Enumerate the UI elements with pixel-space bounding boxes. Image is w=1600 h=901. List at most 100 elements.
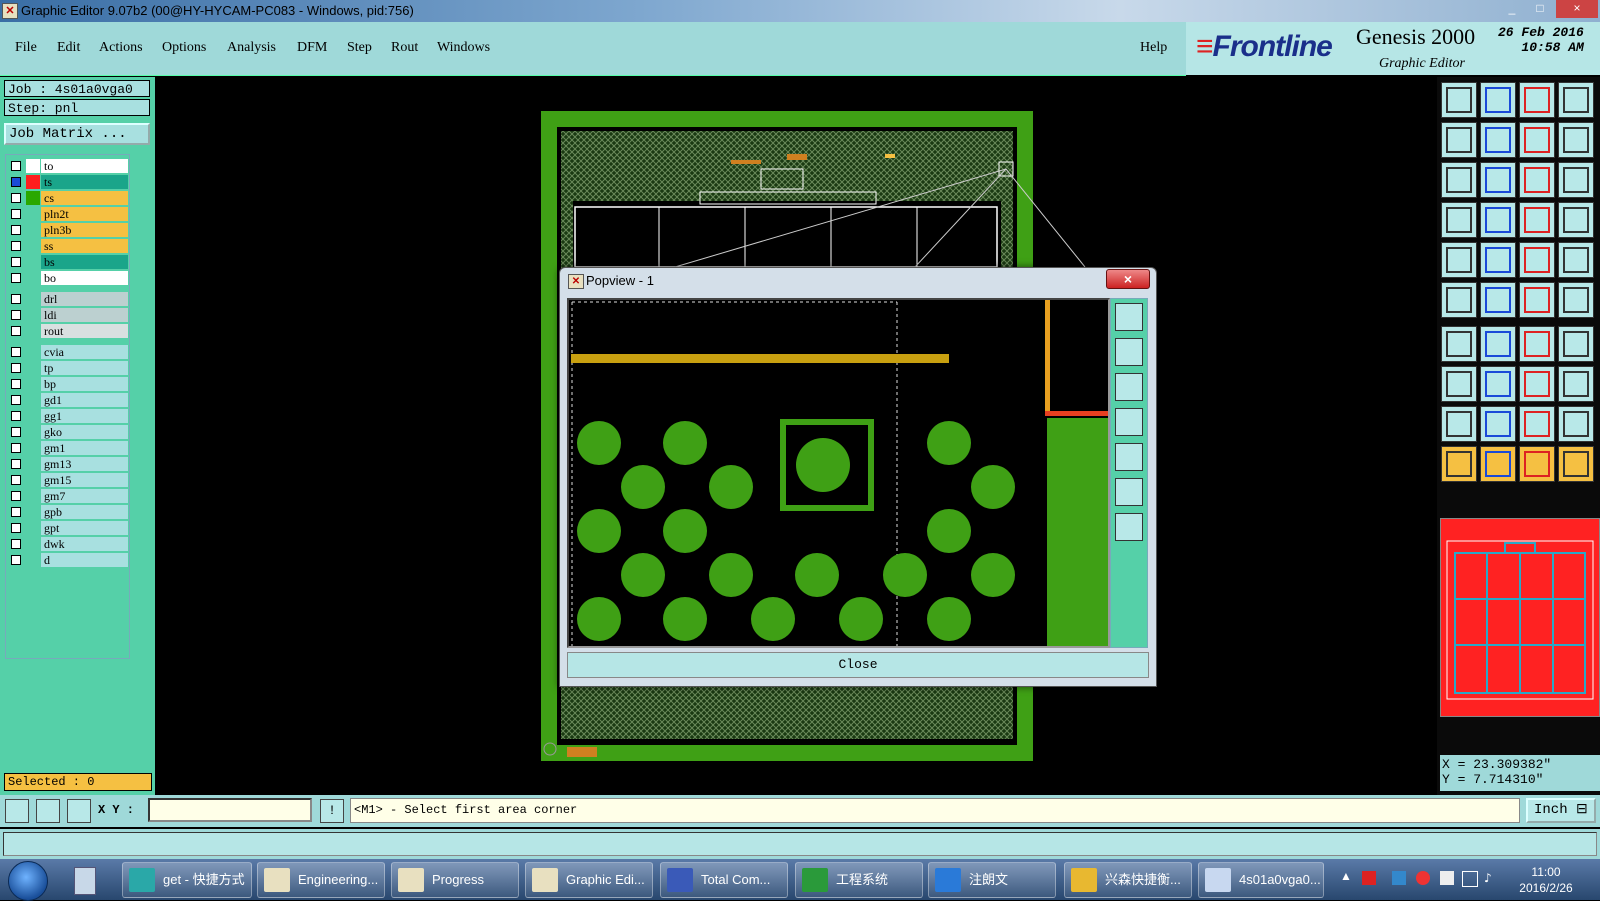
menu-windows[interactable]: Windows	[437, 40, 490, 56]
layer-checkbox[interactable]	[11, 427, 21, 437]
menu-file[interactable]: File	[15, 40, 37, 56]
layer-row-cvia[interactable]: cvia	[6, 344, 129, 360]
layer-checkbox[interactable]	[11, 379, 21, 389]
layer-row-ldi[interactable]: ldi	[6, 307, 129, 323]
layer-name[interactable]: ldi	[41, 308, 128, 322]
layer-checkbox[interactable]	[11, 294, 21, 304]
layer-name[interactable]: bs	[41, 255, 128, 269]
taskbar-item[interactable]: get - 快捷方式	[122, 862, 252, 898]
start-button[interactable]	[8, 861, 48, 901]
layer-row-pln3b[interactable]: pln3b	[6, 222, 129, 238]
layer-name[interactable]: d	[41, 553, 128, 567]
layer-name[interactable]: to	[41, 159, 128, 173]
layer-name[interactable]: drl	[41, 292, 128, 306]
layer-row-rout[interactable]: rout	[6, 323, 129, 339]
layer-name[interactable]: bo	[41, 271, 128, 285]
triangle-b-icon[interactable]	[1519, 406, 1555, 442]
layer-name[interactable]: gg1	[41, 409, 128, 423]
home-icon[interactable]	[1519, 82, 1555, 118]
layer-color-swatch[interactable]	[26, 393, 40, 407]
taskbar-item[interactable]: Total Com...	[660, 862, 788, 898]
layer-color-swatch[interactable]	[26, 409, 40, 423]
layer-name[interactable]: bp	[41, 377, 128, 391]
layer-checkbox[interactable]	[11, 273, 21, 283]
menu-help[interactable]: Help	[1140, 40, 1167, 56]
layer-checkbox[interactable]	[11, 411, 21, 421]
line-icon[interactable]	[1480, 366, 1516, 402]
move-icon[interactable]	[1441, 366, 1477, 402]
tray-app-icon[interactable]	[1362, 871, 1376, 885]
select-path-icon[interactable]	[1558, 446, 1594, 482]
layer-checkbox[interactable]	[11, 507, 21, 517]
menu-edit[interactable]: Edit	[57, 40, 80, 56]
calculator-icon[interactable]	[74, 867, 96, 895]
layer-name[interactable]: gko	[41, 425, 128, 439]
layer-color-swatch[interactable]	[26, 537, 40, 551]
layer-name[interactable]: gm7	[41, 489, 128, 503]
popview-zoom-in-icon[interactable]	[1115, 478, 1143, 506]
layer-row-dwk[interactable]: dwk	[6, 536, 129, 552]
layer-color-swatch[interactable]	[26, 159, 40, 173]
tray-flag-icon[interactable]	[1440, 871, 1454, 885]
popview-pan-right-icon[interactable]	[1115, 443, 1143, 471]
circle-icon[interactable]	[1558, 242, 1594, 278]
layer-checkbox[interactable]	[11, 225, 21, 235]
layer-row-ts[interactable]: ts	[6, 174, 129, 190]
triangle-a-icon[interactable]	[1480, 406, 1516, 442]
layer-checkbox[interactable]	[11, 475, 21, 485]
popview-close-button[interactable]: Close	[567, 652, 1149, 678]
layers-red2-icon[interactable]	[1558, 202, 1594, 238]
layer-checkbox[interactable]	[11, 555, 21, 565]
layer-color-swatch[interactable]	[26, 473, 40, 487]
color-icon[interactable]	[1480, 242, 1516, 278]
taskbar-item[interactable]: Engineering...	[257, 862, 385, 898]
layer-color-swatch[interactable]	[26, 521, 40, 535]
layer-row-tp[interactable]: tp	[6, 360, 129, 376]
popview-zoom-out-icon[interactable]	[1115, 513, 1143, 541]
layer-name[interactable]: dwk	[41, 537, 128, 551]
menu-rout[interactable]: Rout	[391, 40, 418, 56]
layer-checkbox[interactable]	[11, 326, 21, 336]
layer-checkbox[interactable]	[11, 257, 21, 267]
redraw-icon[interactable]	[1519, 122, 1555, 158]
layer-checkbox[interactable]	[11, 363, 21, 373]
layer-row-gg1[interactable]: gg1	[6, 408, 129, 424]
layer-color-swatch[interactable]	[26, 223, 40, 237]
layer-row-gm7[interactable]: gm7	[6, 488, 129, 504]
layer-color-swatch[interactable]	[26, 255, 40, 269]
measure-point-icon[interactable]	[1519, 282, 1555, 318]
taskbar-item[interactable]: 兴森快捷衡...	[1064, 862, 1192, 898]
layer-row-bo[interactable]: bo	[6, 270, 129, 286]
layer-checkbox[interactable]	[11, 539, 21, 549]
layer-name[interactable]: tp	[41, 361, 128, 375]
layer-row-gm13[interactable]: gm13	[6, 456, 129, 472]
menu-options[interactable]: Options	[162, 40, 206, 56]
layer-color-swatch[interactable]	[26, 505, 40, 519]
pan-right-icon[interactable]	[1480, 122, 1516, 158]
layer-name[interactable]: cs	[41, 191, 128, 205]
maximize-button[interactable]: □	[1526, 0, 1554, 18]
layer-color-swatch[interactable]	[26, 175, 40, 189]
layer-color-swatch[interactable]	[26, 457, 40, 471]
layer-row-gko[interactable]: gko	[6, 424, 129, 440]
layer-color-swatch[interactable]	[26, 239, 40, 253]
info-icon[interactable]: !	[320, 799, 344, 823]
layer-name[interactable]: gm13	[41, 457, 128, 471]
tools-icon[interactable]	[1441, 202, 1477, 238]
layout-icon[interactable]	[1558, 82, 1594, 118]
measure-icon[interactable]	[36, 799, 60, 823]
layer-color-swatch[interactable]	[26, 489, 40, 503]
menu-actions[interactable]: Actions	[99, 40, 143, 56]
layer-checkbox[interactable]	[11, 161, 21, 171]
grid-snap-icon[interactable]	[67, 799, 91, 823]
layer-checkbox[interactable]	[11, 523, 21, 533]
tray-network-icon[interactable]	[1462, 871, 1478, 887]
layer-row-ss[interactable]: ss	[6, 238, 129, 254]
layer-row-gm15[interactable]: gm15	[6, 472, 129, 488]
layer-name[interactable]: gm15	[41, 473, 128, 487]
job-matrix-button[interactable]: Job Matrix ...	[4, 123, 150, 145]
help-icon[interactable]	[1558, 162, 1594, 198]
layer-color-swatch[interactable]	[26, 361, 40, 375]
layer-checkbox[interactable]	[11, 193, 21, 203]
layer-row-gd1[interactable]: gd1	[6, 392, 129, 408]
